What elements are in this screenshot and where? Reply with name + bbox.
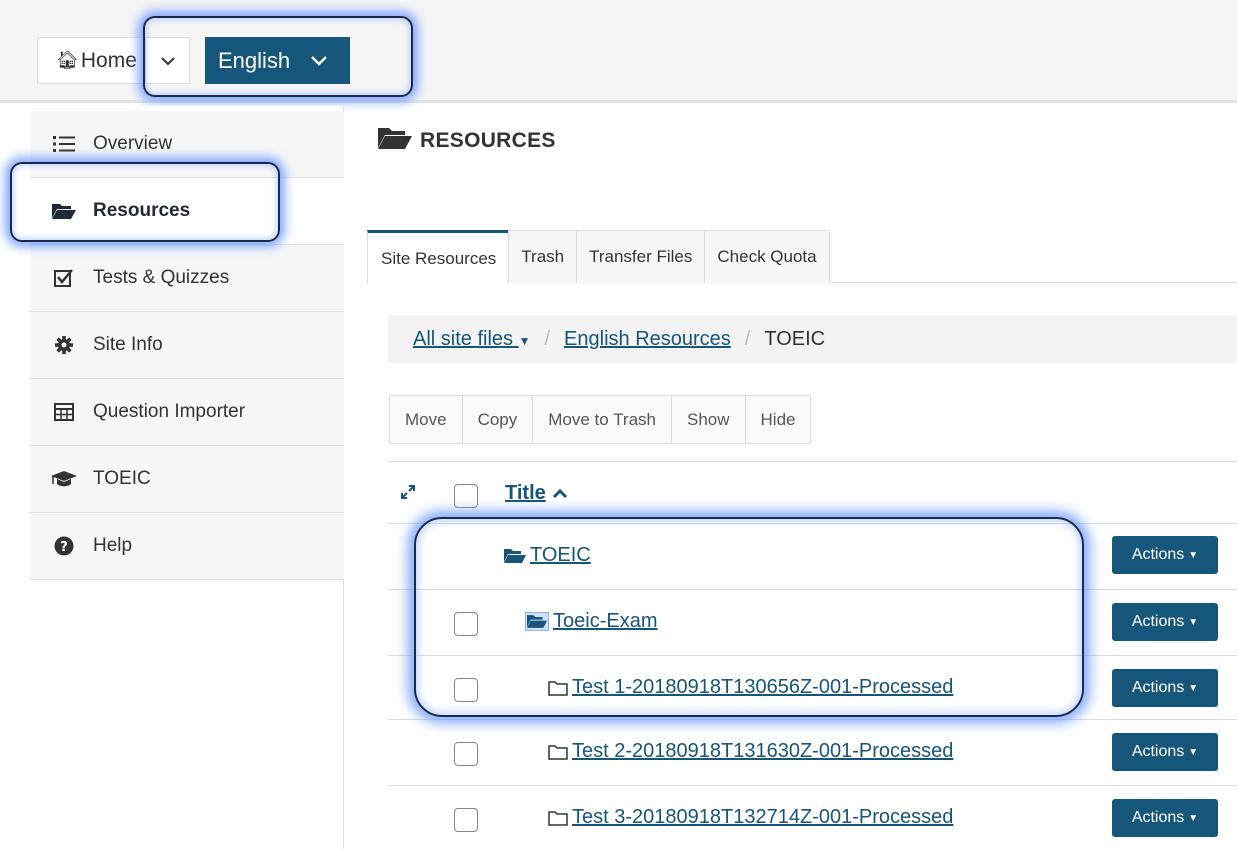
resource-toolbar: Move Copy Move to Trash Show Hide [389, 395, 812, 444]
actions-button[interactable]: Actions ▼ [1112, 733, 1218, 771]
breadcrumb-separator: / [744, 327, 751, 350]
caret-down-icon: ▼ [518, 333, 531, 348]
move-button[interactable]: Move [389, 395, 463, 444]
table-icon [50, 403, 78, 421]
row-checkbox[interactable] [454, 742, 478, 766]
sidebar-item-label: Help [93, 535, 133, 556]
folder-open-icon [378, 126, 412, 156]
page-title: RESOURCES [378, 126, 556, 156]
sidebar-item-label: Resources [93, 200, 191, 221]
folder-open-icon [504, 548, 526, 563]
breadcrumb-english-resources[interactable]: English Resources [564, 328, 731, 351]
breadcrumb: All site files ▼ / English Resources / T… [388, 315, 1237, 363]
expand-icon[interactable] [400, 484, 416, 505]
sidebar-item-label: Site Info [93, 334, 163, 355]
home-button[interactable]: 🏠︎ Home [37, 37, 145, 84]
table-row: Toeic-Exam Actions ▼ [388, 589, 1237, 655]
sidebar-item-overview[interactable]: Overview [30, 111, 344, 178]
sidebar-item-help[interactable]: ? Help [30, 513, 344, 580]
table-row: Test 2-20180918T131630Z-001-Processed Ac… [388, 719, 1237, 785]
page-title-text: RESOURCES [420, 129, 556, 152]
sidebar-item-tests-quizzes[interactable]: Tests & Quizzes [30, 245, 344, 312]
sidebar-item-toeic[interactable]: TOEIC [30, 446, 344, 513]
hide-button[interactable]: Hide [744, 395, 812, 444]
sidebar-item-label: Tests & Quizzes [93, 267, 230, 288]
chevron-up-icon [552, 488, 567, 498]
table-header-row: Title [388, 461, 1237, 527]
select-all-checkbox[interactable] [454, 484, 478, 508]
row-checkbox[interactable] [454, 612, 478, 636]
breadcrumb-separator: / [544, 327, 551, 350]
sidebar: Overview Resources Tests & Quizzes Site … [30, 106, 344, 849]
folder-link-test-3[interactable]: Test 3-20180918T132714Z-001-Processed [548, 806, 953, 829]
caret-down-icon: ▼ [1188, 549, 1199, 561]
home-icon: 🏠︎ [56, 50, 79, 70]
folder-open-icon [525, 612, 549, 631]
tab-trash[interactable]: Trash [508, 230, 578, 283]
sidebar-item-site-info[interactable]: Site Info [30, 312, 344, 379]
sidebar-item-label: Overview [93, 133, 173, 154]
folder-link-toeic[interactable]: TOEIC [504, 544, 591, 567]
row-checkbox[interactable] [454, 678, 478, 702]
language-label: English [218, 47, 291, 73]
copy-button[interactable]: Copy [461, 395, 534, 444]
home-dropdown-button[interactable] [145, 37, 190, 84]
chevron-down-icon [311, 56, 328, 66]
sidebar-item-label: TOEIC [93, 468, 151, 489]
move-to-trash-button[interactable]: Move to Trash [532, 395, 672, 444]
tab-check-quota[interactable]: Check Quota [704, 230, 830, 283]
caret-down-icon: ▼ [1188, 682, 1199, 694]
row-checkbox[interactable] [454, 808, 478, 832]
svg-text:?: ? [60, 540, 68, 555]
actions-button[interactable]: Actions ▼ [1112, 799, 1218, 837]
tab-site-resources[interactable]: Site Resources [367, 230, 510, 284]
sidebar-item-question-importer[interactable]: Question Importer [30, 379, 344, 446]
graduation-cap-icon [50, 470, 78, 488]
sidebar-item-resources[interactable]: Resources [30, 178, 344, 245]
caret-down-icon: ▼ [1188, 746, 1199, 758]
folder-icon [548, 810, 568, 826]
folder-link-toeic-exam[interactable]: Toeic-Exam [525, 610, 657, 633]
checkbox-icon [50, 268, 78, 288]
show-button[interactable]: Show [670, 395, 746, 444]
actions-button[interactable]: Actions ▼ [1112, 536, 1218, 574]
actions-button[interactable]: Actions ▼ [1112, 603, 1218, 641]
question-circle-icon: ? [50, 536, 78, 556]
folder-open-icon [50, 202, 78, 220]
caret-down-icon: ▼ [1188, 616, 1199, 628]
folder-icon [548, 744, 568, 760]
home-label: Home [80, 48, 137, 72]
breadcrumb-current: TOEIC [764, 327, 826, 350]
breadcrumb-all-site-files[interactable]: All site files ▼ [413, 328, 530, 351]
gear-icon [50, 335, 78, 355]
folder-link-test-2[interactable]: Test 2-20180918T131630Z-001-Processed [548, 740, 953, 763]
folder-link-test-1[interactable]: Test 1-20180918T130656Z-001-Processed [548, 676, 953, 699]
sidebar-item-label: Question Importer [93, 401, 246, 422]
actions-button[interactable]: Actions ▼ [1112, 669, 1218, 707]
table-row: TOEIC Actions ▼ [388, 523, 1237, 589]
table-row: Test 1-20180918T130656Z-001-Processed Ac… [388, 655, 1237, 721]
tab-transfer-files[interactable]: Transfer Files [576, 230, 706, 283]
folder-icon [548, 680, 568, 696]
language-dropdown-button[interactable]: English [205, 37, 350, 84]
list-icon [50, 135, 78, 153]
top-navigation-bar: 🏠︎ Home English [0, 0, 1237, 103]
caret-down-icon: ▼ [1188, 812, 1199, 824]
resource-tabs: Site Resources Trash Transfer Files Chec… [367, 230, 1237, 284]
table-row: Test 3-20180918T132714Z-001-Processed Ac… [388, 785, 1237, 849]
chevron-down-icon [160, 56, 175, 65]
title-column-header[interactable]: Title [505, 482, 568, 505]
